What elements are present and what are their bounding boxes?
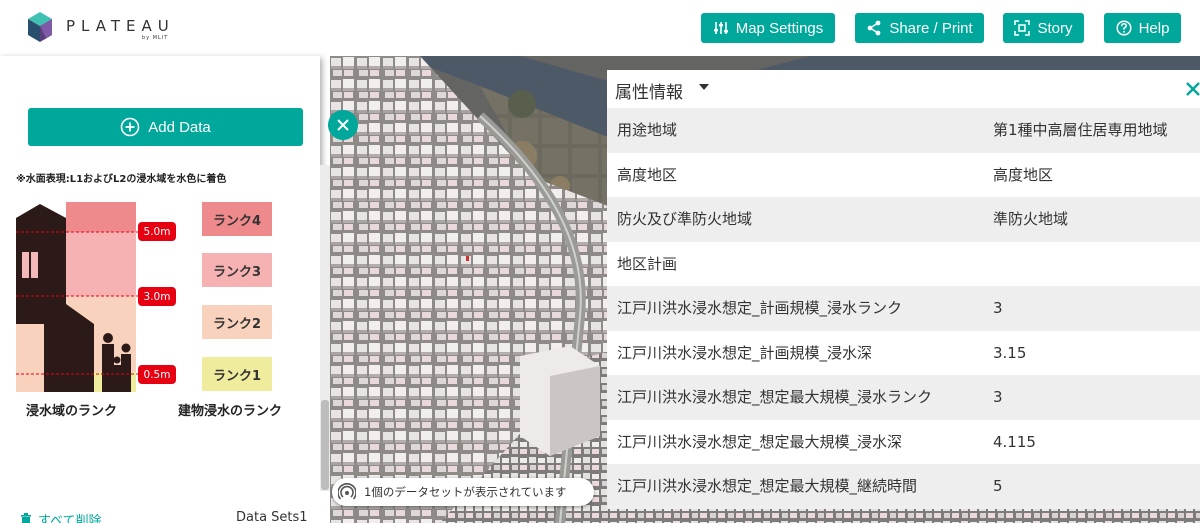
- attribute-info-header: 属性情報: [607, 70, 1200, 108]
- attribute-key: 地区計画: [617, 254, 678, 273]
- attribute-key: 用途地域: [617, 121, 678, 139]
- attribute-key: 江戸川洪水浸水想定_計画規模_浸水深: [617, 343, 873, 362]
- plateau-cube-icon: [28, 12, 52, 42]
- help-icon: [1116, 20, 1132, 36]
- clear-all-label: すべて削除: [38, 514, 102, 523]
- close-icon[interactable]: [1185, 79, 1200, 97]
- attribute-value: 準防火地域: [993, 210, 1069, 228]
- attribute-value: 3: [993, 388, 1003, 406]
- attribute-value: 5: [993, 477, 1003, 495]
- table-row: 用途地域 第1種中高層住居専用地域: [607, 108, 1200, 153]
- story-label: Story: [1037, 19, 1073, 37]
- attribute-key: 防火及び準防火地域: [617, 210, 753, 228]
- share-print-button[interactable]: Share / Print: [855, 13, 984, 43]
- attribute-info-title[interactable]: 属性情報: [615, 78, 683, 103]
- sliders-icon: [713, 22, 728, 34]
- attribute-value: 高度地区: [993, 165, 1054, 184]
- table-row: 江戸川洪水浸水想定_想定最大規模_浸水深 4.115: [607, 420, 1200, 465]
- depth-label-5m: 5.0m: [138, 222, 176, 241]
- story-button[interactable]: Story: [1003, 13, 1084, 43]
- panel-scrollbar-thumb[interactable]: [321, 400, 329, 490]
- logo-subtext: by MLIT: [142, 35, 169, 41]
- help-label: Help: [1138, 19, 1170, 37]
- help-button[interactable]: Help: [1104, 13, 1181, 43]
- add-data-label: Add Data: [148, 118, 211, 136]
- table-row: 地区計画: [607, 242, 1200, 287]
- table-row: 江戸川洪水浸水想定_想定最大規模_浸水ランク 3: [607, 375, 1200, 420]
- table-row: 高度地区 高度地区: [607, 153, 1200, 198]
- app-header: PLATEAU by MLIT Map Settings Share / Pri…: [0, 0, 1200, 56]
- attribute-key: 江戸川洪水浸水想定_想定最大規模_浸水ランク: [617, 388, 933, 406]
- table-row: 防火及び準防火地域 準防火地域: [607, 197, 1200, 242]
- table-row: 江戸川洪水浸水想定_想定最大規模_継続時間 5: [607, 464, 1200, 509]
- story-icon: [1014, 20, 1031, 36]
- attribute-value: 第1種中高層住居専用地域: [993, 121, 1168, 139]
- chevron-down-icon[interactable]: [699, 84, 709, 90]
- trash-icon: [21, 513, 31, 523]
- attribute-table: 用途地域 第1種中高層住居専用地域 高度地区 高度地区 防火及び準防火地域 準防…: [607, 108, 1200, 509]
- table-row: 江戸川洪水浸水想定_計画規模_浸水ランク 3: [607, 286, 1200, 331]
- attribute-value: 3: [993, 299, 1003, 317]
- share-icon: [867, 20, 881, 36]
- close-icon: [337, 119, 349, 131]
- attribute-key: 江戸川洪水浸水想定_計画規模_浸水ランク: [617, 299, 903, 317]
- legend-note: ※水面表現:L1およびL2の浸水域を水色に着色: [16, 174, 227, 185]
- legend-caption-building: 建物浸水のランク: [178, 404, 283, 419]
- rank1-swatch: ランク1: [202, 357, 272, 391]
- dataset-status: 1個のデータセットが表示されています: [332, 478, 594, 506]
- attribute-key: 江戸川洪水浸水想定_想定最大規模_浸水深: [617, 432, 903, 451]
- plateau-logo[interactable]: PLATEAU by MLIT: [26, 10, 186, 48]
- clear-all-button[interactable]: すべて削除: [20, 510, 102, 523]
- depth-label-3m: 3.0m: [138, 287, 176, 306]
- attribute-key: 高度地区: [617, 165, 678, 184]
- depth-label-05m: 0.5m: [138, 365, 176, 384]
- attribute-value: 3.15: [993, 343, 1027, 362]
- dataset-status-text: 1個のデータセットが表示されています: [364, 485, 567, 499]
- map-settings-label: Map Settings: [735, 19, 824, 37]
- legend-caption-area: 浸水域のランク: [26, 404, 118, 419]
- plus-circle-icon: [120, 117, 140, 137]
- datasets-count: Data Sets1: [236, 510, 308, 523]
- attribute-key: 江戸川洪水浸水想定_想定最大規模_継続時間: [617, 477, 918, 495]
- rank4-swatch: ランク4: [202, 202, 272, 236]
- map-settings-button[interactable]: Map Settings: [701, 13, 835, 43]
- rank3-swatch: ランク3: [202, 253, 272, 287]
- close-panel-button[interactable]: [328, 110, 358, 140]
- attribute-value: 4.115: [993, 432, 1036, 451]
- add-data-button[interactable]: Add Data: [28, 108, 303, 146]
- share-print-label: Share / Print: [889, 19, 973, 37]
- broadcast-icon: [338, 483, 356, 500]
- attribute-info-panel: 属性情報 用途地域 第1種中高層住居専用地域 高度地区 高度地区 防火及び準防火…: [607, 70, 1200, 509]
- table-row: 江戸川洪水浸水想定_計画規模_浸水深 3.15: [607, 331, 1200, 376]
- logo-wordmark: PLATEAU: [66, 17, 175, 35]
- rank2-swatch: ランク2: [202, 305, 272, 339]
